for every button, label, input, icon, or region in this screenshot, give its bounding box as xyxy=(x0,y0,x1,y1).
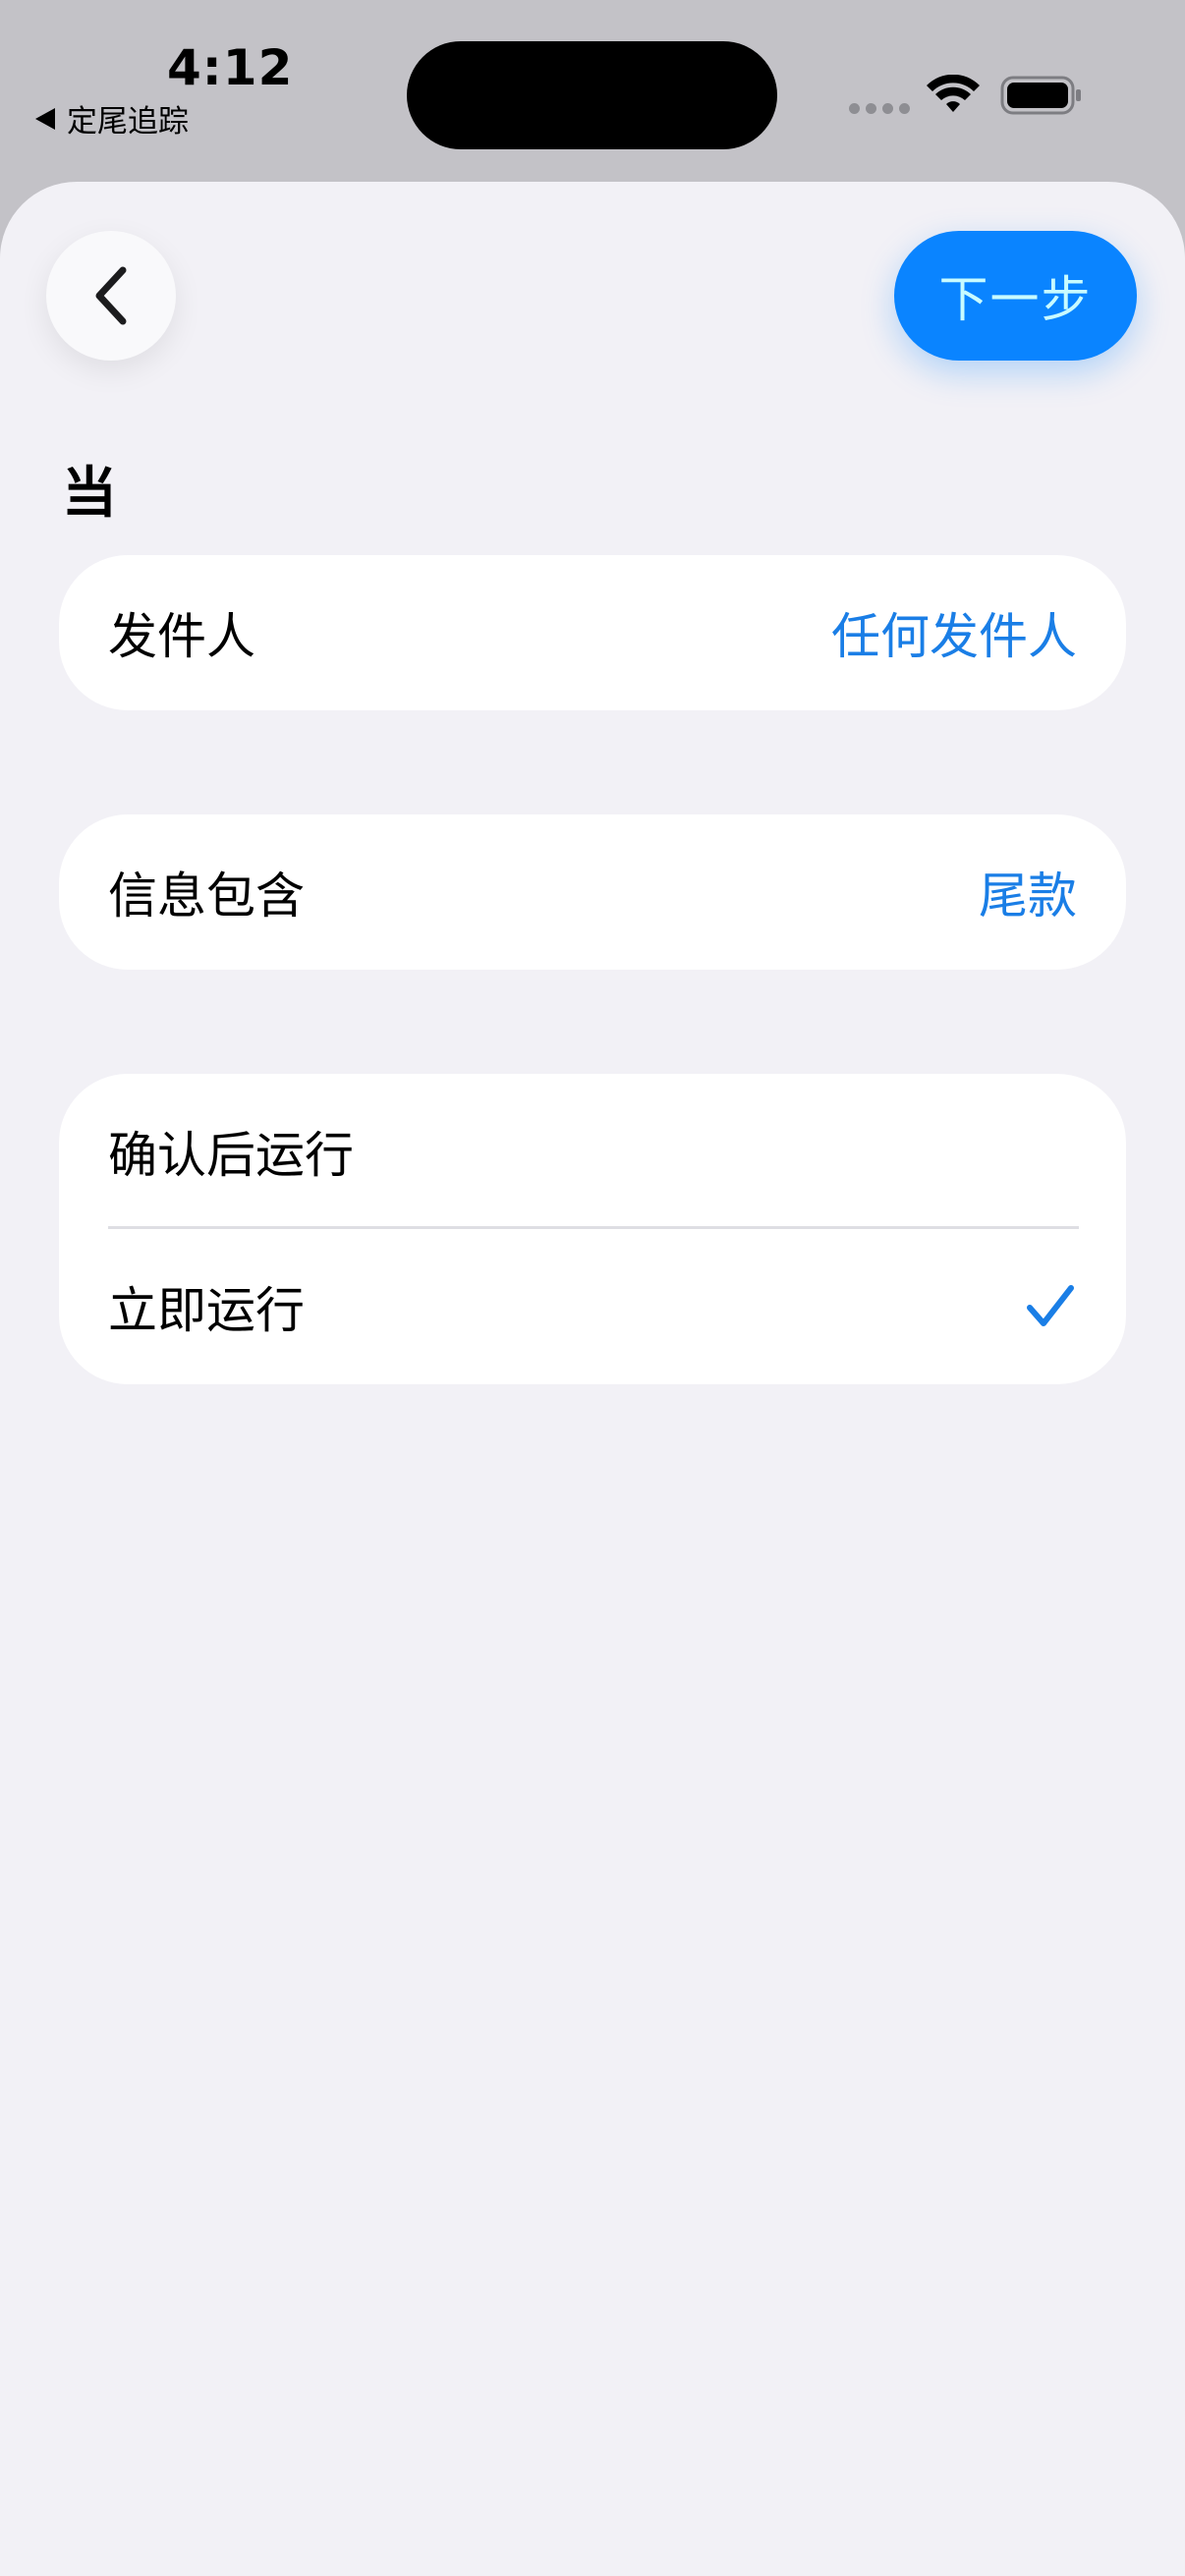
sender-value[interactable]: 任何发件人 xyxy=(831,597,1077,668)
next-button[interactable]: 下一步 xyxy=(894,231,1137,361)
run-option-immediately[interactable]: 立即运行 xyxy=(59,1229,1126,1384)
back-to-app-link[interactable]: 定尾追踪 xyxy=(35,96,189,140)
run-option-label: 立即运行 xyxy=(108,1282,305,1339)
dynamic-island xyxy=(407,41,777,149)
checkmark-icon xyxy=(1027,1285,1074,1326)
sender-card: 发件人 任何发件人 xyxy=(59,555,1126,710)
message-contains-label: 信息包含 xyxy=(108,868,305,924)
back-triangle-icon xyxy=(35,107,55,130)
wifi-icon xyxy=(927,75,980,112)
section-title: 当 xyxy=(62,462,117,526)
status-time: 4:12 xyxy=(167,39,294,96)
message-contains-card: 信息包含 尾款 xyxy=(59,814,1126,970)
run-options-card: 确认后运行 立即运行 xyxy=(59,1074,1126,1384)
status-bar: 4:12 定尾追踪 xyxy=(0,0,1185,182)
chevron-left-icon xyxy=(95,266,127,325)
message-contains-value[interactable]: 尾款 xyxy=(979,857,1077,927)
back-button[interactable] xyxy=(46,231,176,361)
sender-label: 发件人 xyxy=(108,608,255,665)
back-to-app-label: 定尾追踪 xyxy=(67,104,189,140)
message-contains-row[interactable]: 信息包含 尾款 xyxy=(59,814,1126,970)
sender-row[interactable]: 发件人 任何发件人 xyxy=(59,555,1126,710)
battery-icon xyxy=(1000,76,1081,115)
run-option-confirm[interactable]: 确认后运行 xyxy=(59,1074,1126,1229)
cellular-signal-icon xyxy=(849,103,910,114)
automation-sheet: 下一步 当 发件人 任何发件人 信息包含 尾款 确认后运行 立即运行 xyxy=(0,182,1185,2576)
run-option-label: 确认后运行 xyxy=(108,1127,354,1184)
